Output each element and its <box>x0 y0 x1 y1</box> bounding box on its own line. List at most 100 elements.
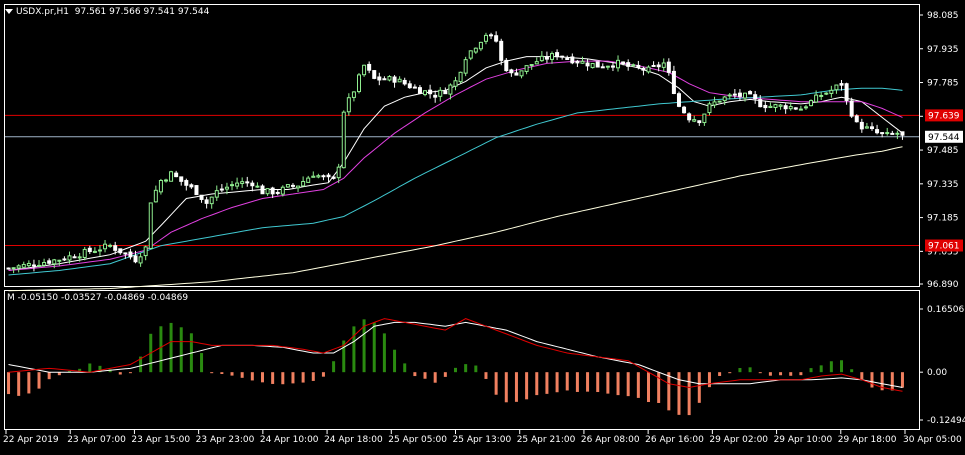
candle-body <box>793 107 798 110</box>
histogram-bar <box>586 372 590 392</box>
histogram-bar <box>301 372 305 383</box>
candle-body <box>468 50 473 59</box>
time-tick-label: 23 Apr 15:00 <box>131 435 190 445</box>
candle-body <box>336 166 341 179</box>
candle-body <box>199 194 204 200</box>
candle-body <box>453 80 458 87</box>
candle-body <box>133 255 138 263</box>
candle-body <box>77 256 82 259</box>
histogram-bar <box>758 372 762 374</box>
candle-body <box>417 87 422 94</box>
candle-body <box>803 106 808 109</box>
histogram-bar <box>738 368 742 373</box>
candle-body <box>402 79 407 85</box>
candle-body <box>341 111 346 169</box>
candle-body <box>600 66 605 69</box>
price-tick-label: 97.185 <box>927 214 959 224</box>
candle-body <box>844 83 849 101</box>
candle-body <box>184 180 189 186</box>
time-tick-label: 23 Apr 07:00 <box>67 435 126 445</box>
candle-body <box>534 61 539 65</box>
histogram-bar <box>616 372 620 396</box>
histogram-bar <box>565 372 569 391</box>
candle-body <box>809 100 814 107</box>
histogram-bar <box>575 372 579 392</box>
histogram-bar <box>27 372 31 394</box>
candle-body <box>585 62 590 67</box>
candle-body <box>839 83 844 86</box>
candle-body <box>301 180 306 187</box>
candle-body <box>753 94 758 100</box>
candle-body <box>397 78 402 83</box>
candle-body <box>153 189 158 203</box>
indicator-tick-label: -0.12494 <box>927 416 965 426</box>
indicator-header: M -0.05150 -0.03527 -0.04869 -0.04869 <box>7 293 188 303</box>
candle-body <box>321 175 326 178</box>
candle-body <box>509 69 514 74</box>
candle-body <box>377 76 382 81</box>
histogram-bar <box>210 372 214 374</box>
candle-body <box>6 267 11 270</box>
candle-body <box>138 256 143 264</box>
candle-body <box>128 251 133 258</box>
candle-body <box>560 55 565 58</box>
histogram-bar <box>321 372 325 377</box>
histogram-bar <box>514 372 518 402</box>
histogram-bar <box>413 372 417 377</box>
histogram-bar <box>200 353 204 373</box>
histogram-bar <box>860 372 864 380</box>
candle-body <box>412 86 417 89</box>
chart-canvas[interactable]: 98.08597.93597.78597.63597.48597.33597.1… <box>0 0 965 452</box>
candle-body <box>539 55 544 62</box>
histogram-bar <box>454 367 457 373</box>
chart-menu-arrow-icon[interactable] <box>5 9 13 14</box>
candle-body <box>880 132 885 135</box>
candle-body <box>230 184 235 187</box>
candle-body <box>163 179 168 182</box>
histogram-bar <box>870 372 874 388</box>
histogram-bar <box>403 363 407 373</box>
candle-body <box>590 62 595 69</box>
candle-body <box>478 41 483 50</box>
candle-body <box>346 97 351 113</box>
histogram-bar <box>555 372 559 393</box>
candle-body <box>859 121 864 130</box>
price-label-lower-level: 97.061 <box>928 242 960 252</box>
histogram-bar <box>504 372 508 403</box>
histogram-bar <box>128 372 132 374</box>
histogram-bar <box>443 372 447 377</box>
candle-body <box>123 252 128 255</box>
candle-body <box>362 64 367 76</box>
price-tick-label: 97.785 <box>927 79 959 89</box>
histogram-bar <box>697 372 701 403</box>
candle-body <box>687 113 692 121</box>
histogram-bar <box>626 372 630 397</box>
candle-body <box>864 126 869 129</box>
candle-body <box>717 100 722 103</box>
histogram-bar <box>667 372 671 411</box>
histogram-bar <box>169 322 173 373</box>
histogram-bar <box>260 372 264 383</box>
candle-body <box>580 60 585 64</box>
candle-body <box>16 265 21 269</box>
candle-body <box>382 78 387 81</box>
candle-body <box>758 99 763 108</box>
candle-body <box>326 174 331 178</box>
time-tick-label: 29 Apr 18:00 <box>838 435 897 445</box>
candle-body <box>97 249 102 252</box>
candle-body <box>407 83 412 89</box>
candle-body <box>113 245 118 251</box>
candle-body <box>732 93 737 96</box>
candle-body <box>671 70 676 94</box>
candle-body <box>656 64 661 68</box>
time-tick-label: 25 Apr 21:00 <box>517 435 576 445</box>
candle-body <box>798 108 803 111</box>
candle-body <box>504 59 509 72</box>
candle-body <box>824 92 829 95</box>
candle-body <box>819 94 824 97</box>
candle-body <box>616 59 621 69</box>
histogram-bar <box>240 372 244 378</box>
chart-window[interactable]: 98.08597.93597.78597.63597.48597.33597.1… <box>0 0 965 452</box>
price-label-current: 97.544 <box>928 133 960 143</box>
candle-body <box>555 52 560 58</box>
